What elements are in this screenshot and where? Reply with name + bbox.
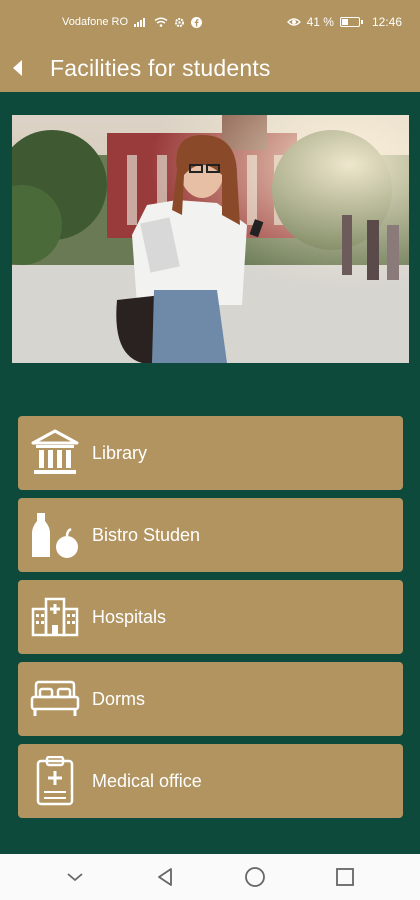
eye-icon: [286, 18, 301, 26]
hide-nav-button[interactable]: [55, 857, 95, 897]
facility-item-hospitals[interactable]: Hospitals: [18, 580, 403, 654]
facilities-list: Library Bistro Studen Hospitals Dorms Me…: [18, 416, 403, 826]
battery-icon: [339, 17, 363, 27]
facility-label: Medical office: [92, 770, 202, 791]
facility-item-library[interactable]: Library: [18, 416, 403, 490]
clock: 12:46: [371, 15, 402, 29]
circle-home-icon: [245, 867, 265, 887]
medical-clipboard-icon: [18, 744, 92, 818]
facility-label: Bistro Studen: [92, 524, 201, 545]
facility-label: Library: [92, 442, 148, 463]
facility-label: Hospitals: [92, 606, 167, 627]
page-title: Facilities for students: [50, 54, 271, 81]
triangle-back-icon: [158, 868, 172, 886]
facility-item-bistro[interactable]: Bistro Studen: [18, 498, 403, 572]
gear-icon: [175, 17, 185, 27]
student-walking-photo: [12, 115, 409, 363]
library-icon: [18, 416, 92, 490]
back-button[interactable]: [2, 44, 34, 92]
nav-back-button[interactable]: [145, 857, 185, 897]
facility-item-dorms[interactable]: Dorms: [18, 662, 403, 736]
facility-label: Dorms: [92, 688, 145, 709]
facility-item-medical-office[interactable]: Medical office: [18, 744, 403, 818]
hospital-icon: [18, 580, 92, 654]
nav-home-button[interactable]: [235, 857, 275, 897]
battery-percentage: 41 %: [306, 15, 334, 29]
wifi-icon: [154, 17, 168, 27]
facebook-icon: [191, 16, 203, 28]
app-bar: Facilities for students: [0, 44, 420, 92]
dorm-bed-icon: [18, 662, 92, 736]
bistro-icon: [18, 498, 92, 572]
nav-recents-button[interactable]: [325, 857, 365, 897]
status-bar: Vodafone RO 41 % 12:46: [0, 0, 420, 44]
back-arrow-icon: [13, 60, 22, 76]
carrier-name: Vodafone RO: [62, 16, 129, 28]
chevron-down-icon: [67, 873, 83, 882]
hero-photo: [12, 115, 409, 363]
square-recents-icon: [336, 868, 354, 886]
system-nav-bar: [0, 854, 420, 900]
signal-icon: [134, 18, 146, 27]
